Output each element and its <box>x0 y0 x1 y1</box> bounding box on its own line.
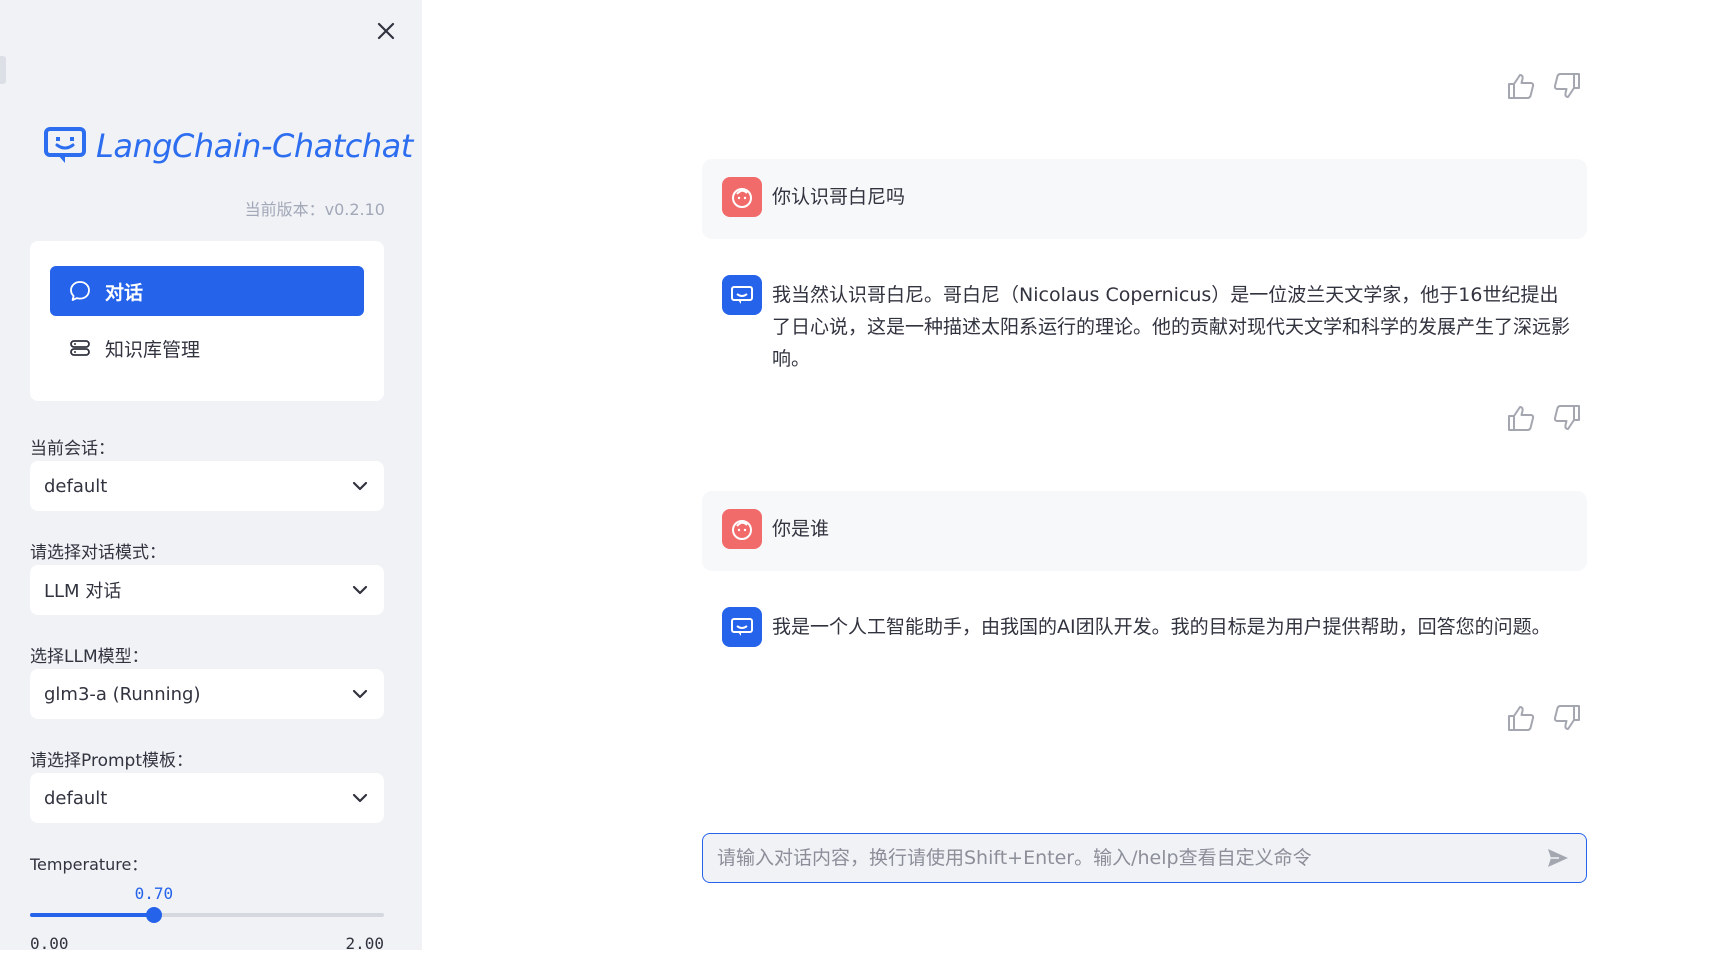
feedback-group <box>1505 702 1583 734</box>
close-sidebar-button[interactable] <box>372 17 400 45</box>
conversation-select[interactable]: default <box>30 461 384 511</box>
message-text: 我当然认识哥白尼。哥白尼（Nicolaus Copernicus）是一位波兰天文… <box>772 284 1571 370</box>
chevron-down-icon <box>352 585 368 595</box>
database-icon <box>70 340 90 356</box>
mode-value: LLM 对话 <box>44 581 122 602</box>
conversation-value: default <box>44 475 108 497</box>
temperature-min: 0.00 <box>30 934 69 953</box>
sidebar-resize-handle[interactable] <box>0 56 6 84</box>
message-text: 你认识哥白尼吗 <box>772 186 906 208</box>
model-label: 选择LLM模型： <box>30 647 149 667</box>
thumbs-up-icon <box>1508 706 1535 731</box>
thumbs-down-button[interactable] <box>1551 402 1583 434</box>
chat-input-box <box>702 833 1587 883</box>
thumbs-up-button[interactable] <box>1505 702 1537 734</box>
feedback-group <box>1505 70 1583 102</box>
mode-select[interactable]: LLM 对话 <box>30 565 384 615</box>
temperature-label: Temperature： <box>30 855 148 874</box>
nav-item-chat[interactable]: 对话 <box>50 266 364 316</box>
thumbs-down-icon <box>1553 705 1580 730</box>
temperature-max: 2.00 <box>345 934 384 953</box>
thumbs-up-button[interactable] <box>1505 70 1537 102</box>
message-user: 你是谁 <box>702 491 1587 571</box>
chevron-down-icon <box>352 793 368 803</box>
message-text: 我是一个人工智能助手，由我国的AI团队开发。我的目标是为用户提供帮助，回答您的问… <box>772 616 1551 638</box>
temperature-slider[interactable] <box>30 907 384 923</box>
assistant-avatar <box>722 607 762 647</box>
chat-bot-icon <box>731 286 753 304</box>
sidebar: LangChain-Chatchat 当前版本：v0.2.10 对话 知识库管理 <box>0 0 422 953</box>
prompt-select[interactable]: default <box>30 773 384 823</box>
user-avatar <box>722 509 762 549</box>
nav-menu: 对话 知识库管理 <box>30 241 384 401</box>
model-value: glm3-a (Running) <box>44 683 201 705</box>
temperature-slider-thumb[interactable] <box>145 907 162 923</box>
nav-item-label: 对话 <box>105 281 144 304</box>
prompt-value: default <box>44 787 108 809</box>
message-text: 你是谁 <box>772 518 830 540</box>
message-assistant: 我当然认识哥白尼。哥白尼（Nicolaus Copernicus）是一位波兰天文… <box>702 257 1587 393</box>
temperature-slider-fill <box>30 913 154 917</box>
temperature-value: 0.70 <box>134 884 174 903</box>
message-user: 你认识哥白尼吗 <box>702 159 1587 239</box>
prompt-label: 请选择Prompt模板： <box>30 751 193 771</box>
model-select[interactable]: glm3-a (Running) <box>30 669 384 719</box>
thumbs-down-icon <box>1553 405 1580 430</box>
nav-item-label: 知识库管理 <box>105 338 201 361</box>
close-icon <box>377 22 395 40</box>
chat-bubble-icon <box>70 281 90 301</box>
nav-item-knowledge-base[interactable]: 知识库管理 <box>50 323 364 373</box>
feedback-group <box>1505 402 1583 434</box>
assistant-avatar <box>722 275 762 315</box>
send-button[interactable] <box>1546 847 1570 869</box>
brand-logo: LangChain-Chatchat <box>44 126 413 166</box>
brand-name: LangChain-Chatchat <box>96 127 413 165</box>
send-icon <box>1548 849 1568 867</box>
chat-logo-icon <box>44 127 86 163</box>
user-avatar <box>722 177 762 217</box>
version-label: 当前版本：v0.2.10 <box>244 200 385 219</box>
thumbs-up-button[interactable] <box>1505 402 1537 434</box>
chevron-down-icon <box>352 481 368 491</box>
conversation-label: 当前会话： <box>30 439 115 459</box>
face-icon <box>732 188 752 208</box>
thumbs-down-button[interactable] <box>1551 702 1583 734</box>
mode-label: 请选择对话模式： <box>30 543 166 563</box>
thumbs-down-icon <box>1553 73 1580 98</box>
thumbs-up-icon <box>1508 406 1535 431</box>
face-icon <box>732 520 752 540</box>
chevron-down-icon <box>352 689 368 699</box>
message-assistant: 我是一个人工智能助手，由我国的AI团队开发。我的目标是为用户提供帮助，回答您的问… <box>702 589 1587 665</box>
chat-bot-icon <box>731 618 753 636</box>
thumbs-up-icon <box>1508 74 1535 99</box>
chat-input[interactable] <box>715 846 1546 870</box>
thumbs-down-button[interactable] <box>1551 70 1583 102</box>
